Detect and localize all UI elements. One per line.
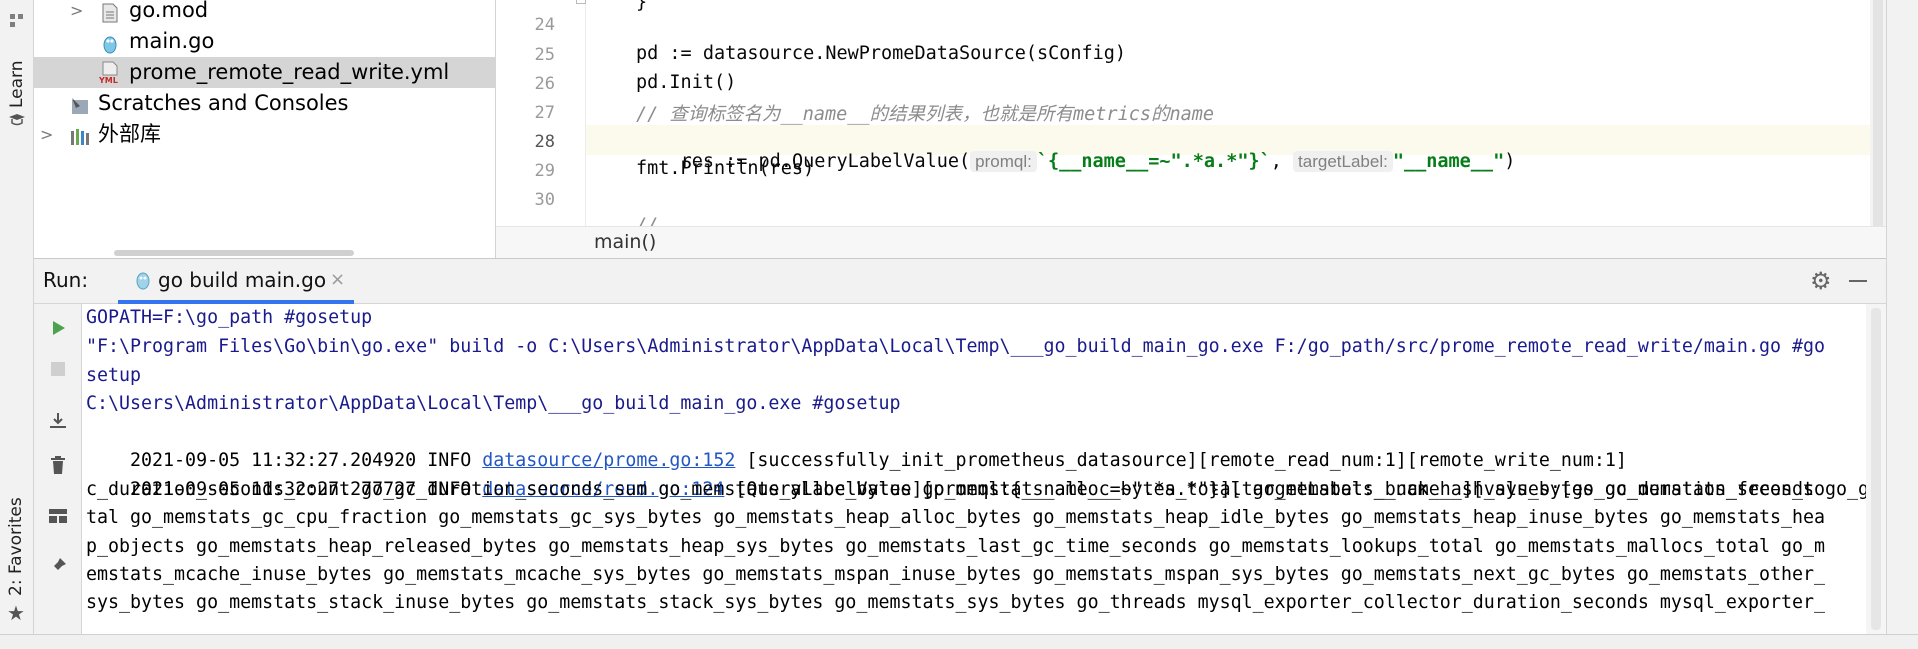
code-line-31-partial: // ...... (636, 215, 737, 226)
learn-tab[interactable]: Learn (7, 60, 27, 108)
run-tab[interactable]: go build main.go × (118, 259, 354, 304)
chevron-right-icon[interactable]: > (70, 0, 83, 26)
console-line: setup (86, 365, 142, 386)
gear-icon[interactable]: ⚙ (1810, 267, 1832, 295)
tree-item-label: prome_remote_read_write.yml (129, 60, 450, 84)
line-number: 27 (534, 103, 555, 123)
pin-icon (50, 558, 66, 574)
clear-all-button[interactable] (44, 451, 72, 479)
star-icon: ★ (7, 601, 25, 625)
line-number: 25 (534, 45, 555, 65)
code-line-25: pd := datasource.NewPromeDataSource(sCon… (636, 43, 1127, 64)
library-icon (69, 125, 89, 145)
run-toolbar (34, 304, 82, 634)
stop-icon (51, 362, 65, 376)
tree-item-yml[interactable]: YML prome_remote_read_write.yml (34, 57, 496, 88)
tree-item-main-go[interactable]: main.go (34, 26, 496, 57)
rerun-button[interactable] (44, 314, 72, 342)
layout-icon (49, 509, 67, 523)
tree-item-scratches[interactable]: Scratches and Consoles (34, 88, 496, 119)
minimize-icon[interactable] (1849, 280, 1867, 282)
close-icon[interactable]: × (330, 269, 345, 290)
go-file-icon (101, 32, 121, 54)
run-panel-header: Run: go build main.go × ⚙ (34, 258, 1886, 304)
left-tool-stripe: Learn 2: Favorites ★ (0, 0, 34, 649)
run-tab-label: go build main.go (158, 268, 327, 292)
console-scroll-thumb[interactable] (1871, 308, 1881, 630)
pin-tab-button[interactable] (44, 552, 72, 580)
line-number: 29 (534, 161, 555, 181)
yml-file-icon: YML (98, 61, 122, 85)
bottom-tool-bar (0, 634, 1918, 649)
trash-icon (51, 456, 65, 474)
line-number-gutter: 24 25 26 27 28 29 30 (496, 0, 586, 226)
tree-item-external-libraries[interactable]: > 外部库 (34, 119, 496, 150)
code-line-29: fmt.Println(res) (636, 158, 815, 179)
breadcrumb-main[interactable]: main() (594, 231, 656, 253)
code-editor[interactable]: 24 25 26 27 28 29 30 } pd := datasource.… (496, 0, 1886, 226)
code-line-26: pd.Init() (636, 72, 737, 93)
code-close-paren: ) (1504, 151, 1516, 172)
scratches-icon (70, 94, 90, 114)
line-number: 30 (534, 190, 555, 210)
string-arg-promql: `{__name__=~".*a.*"}` (1036, 151, 1271, 172)
fold-marker[interactable] (576, 0, 586, 4)
breadcrumb-bar: main() (496, 226, 1886, 258)
scroll-to-end-button[interactable] (44, 407, 72, 435)
console-line: C:\Users\Administrator\AppData\Local\Tem… (86, 393, 901, 414)
tree-item-label: Scratches and Consoles (98, 91, 349, 115)
code-separator: , (1270, 151, 1294, 172)
editor-scroll-thumb[interactable] (1873, 0, 1883, 226)
structure-icon[interactable] (8, 12, 26, 30)
console-line: emstats_mcache_inuse_bytes go_memstats_m… (86, 564, 1825, 585)
code-line-27-comment: // 查询标签名为__name__的结果列表，也就是所有metrics的name (636, 104, 1215, 125)
right-tool-stripe (1886, 0, 1918, 649)
line-number: 28 (534, 132, 555, 152)
go-run-icon (134, 271, 152, 295)
string-arg-target-label: "__name__" (1392, 151, 1505, 172)
stop-button[interactable] (44, 355, 72, 383)
run-panel-label: Run: (43, 268, 89, 292)
tree-scrollbar[interactable] (114, 250, 354, 256)
chevron-right-icon[interactable]: > (40, 119, 53, 150)
editor-scrollbar[interactable] (1870, 0, 1886, 226)
code-line-closing-brace: } (636, 0, 648, 13)
line-number: 26 (534, 74, 555, 94)
console-line: p_objects go_memstats_heap_released_byte… (86, 536, 1825, 557)
tree-item-label: go.mod (129, 0, 209, 22)
param-hint-target-label: targetLabel: (1293, 151, 1393, 172)
tree-item-label: main.go (129, 29, 215, 53)
svg-text:YML: YML (98, 76, 118, 85)
param-hint-promql: promql: (970, 151, 1037, 172)
line-number: 24 (534, 15, 555, 35)
layout-button[interactable] (44, 502, 72, 530)
console-line: GOPATH=F:\go_path #gosetup (86, 307, 373, 328)
console-line: "F:\Program Files\Go\bin\go.exe" build -… (86, 336, 1825, 357)
console-scrollbar[interactable] (1866, 304, 1886, 634)
file-icon (101, 1, 121, 23)
tree-item-label: 外部库 (98, 122, 161, 146)
tree-item-go-mod[interactable]: > go.mod (34, 0, 496, 26)
console-output[interactable]: GOPATH=F:\go_path #gosetup "F:\Program F… (82, 304, 1866, 634)
project-tree: > go.mod main.go YML prome_remote_read_w… (34, 0, 496, 258)
scroll-to-end-icon (50, 413, 66, 428)
console-line: tal go_memstats_gc_cpu_fraction go_memst… (86, 507, 1825, 528)
console-line: sys_bytes go_memstats_stack_inuse_bytes … (86, 592, 1825, 613)
favorites-tab[interactable]: 2: Favorites (6, 497, 26, 596)
play-icon (53, 321, 65, 335)
console-line: c_duration_seconds_count go_gc_duration_… (86, 479, 1825, 500)
learn-icon (8, 112, 26, 126)
